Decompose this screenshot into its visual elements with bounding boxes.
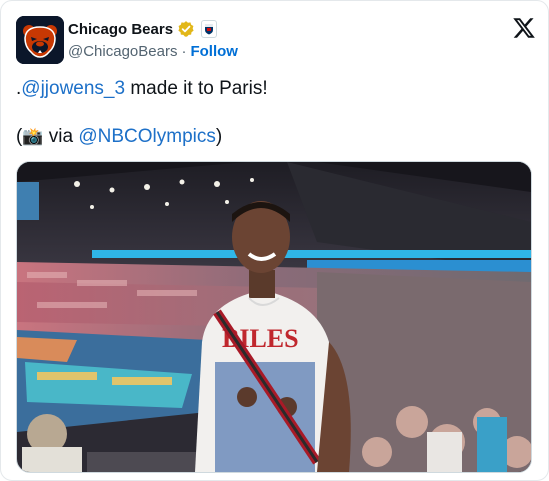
camera-flash-icon: 📸 (22, 127, 44, 146)
handle-row: @ChicagoBears · Follow (68, 43, 238, 60)
line1-text: made it to Paris! (125, 78, 268, 99)
tweet-line-2: (📸 via @NBCOlympics) (16, 125, 222, 149)
account-handle[interactable]: @ChicagoBears (68, 43, 177, 60)
tweet-card[interactable]: Chicago Bears @ChicagoBears · Follow .@j… (0, 0, 549, 481)
verified-gold-badge-icon (177, 20, 195, 38)
photo-icon: BILES (17, 162, 531, 472)
follow-button[interactable]: Follow (190, 43, 238, 60)
separator-dot: · (181, 43, 187, 60)
mention-nbcolympics[interactable]: @NBCOlympics (78, 126, 216, 147)
account-name[interactable]: Chicago Bears (68, 21, 173, 38)
tweet-line-1: .@jjowens_3 made it to Paris! (16, 77, 268, 101)
bears-logo-icon (16, 16, 64, 64)
tweet-photo[interactable]: BILES (16, 161, 532, 473)
tweet-header: Chicago Bears @ChicagoBears · Follow (16, 16, 536, 64)
mention-jjowens[interactable]: @jjowens_3 (21, 78, 125, 99)
name-row: Chicago Bears (68, 20, 218, 38)
line2-via: via (43, 126, 79, 147)
avatar[interactable] (16, 16, 64, 64)
nfl-shield-icon[interactable] (201, 20, 218, 38)
x-logo-icon[interactable] (512, 16, 536, 40)
line2-close: ) (215, 126, 223, 147)
